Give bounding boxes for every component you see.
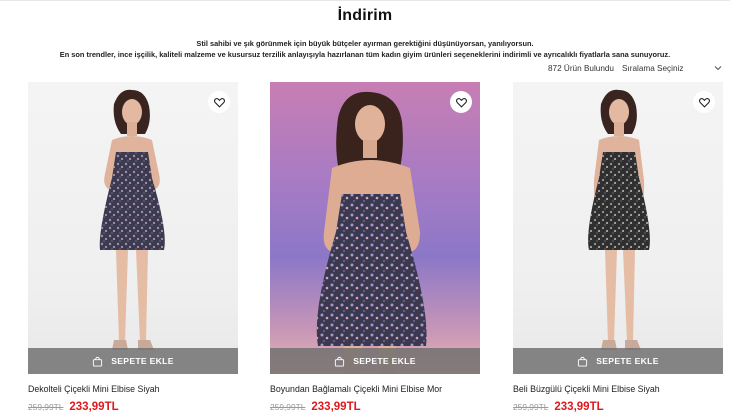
product-name[interactable]: Dekolteli Çiçekli Mini Elbise Siyah bbox=[28, 384, 238, 394]
add-to-cart-label: SEPETE EKLE bbox=[353, 356, 416, 366]
product-card[interactable]: SEPETE EKLE Boyundan Bağlamalı Çiçekli M… bbox=[270, 82, 480, 420]
favorite-button[interactable] bbox=[450, 91, 472, 113]
sale-price: 233,99TL bbox=[69, 401, 119, 413]
top-divider bbox=[0, 0, 730, 1]
model-figure-image bbox=[99, 89, 165, 350]
product-card[interactable]: SEPETE EKLE Dekolteli Çiçekli Mini Elbis… bbox=[28, 82, 238, 420]
favorite-button[interactable] bbox=[208, 91, 230, 113]
product-prices: 259,99TL 233,99TL bbox=[28, 401, 119, 413]
old-price: 259,99TL bbox=[513, 402, 549, 412]
product-image[interactable]: SEPETE EKLE bbox=[28, 82, 238, 374]
product-name[interactable]: Boyundan Bağlamalı Çiçekli Mini Elbise M… bbox=[270, 384, 480, 394]
product-card[interactable]: SEPETE EKLE Beli Büzgülü Çiçekli Mini El… bbox=[513, 82, 723, 420]
intro-text: Stil sahibi ve şık görünmek için büyük b… bbox=[20, 38, 710, 60]
sale-price: 233,99TL bbox=[554, 401, 604, 413]
model-figure-image bbox=[588, 89, 650, 350]
heart-icon bbox=[213, 97, 225, 108]
add-to-cart-label: SEPETE EKLE bbox=[111, 356, 174, 366]
product-name[interactable]: Beli Büzgülü Çiçekli Mini Elbise Siyah bbox=[513, 384, 723, 394]
sort-label: Sıralama Seçiniz bbox=[622, 63, 684, 73]
intro-line-2: En son trendler, ince işçilik, kaliteli … bbox=[59, 50, 671, 59]
old-price: 259,99TL bbox=[270, 402, 306, 412]
shopping-bag-icon bbox=[93, 356, 103, 367]
heart-icon bbox=[698, 97, 710, 108]
listing-toolbar: 872 Ürün Bulundu Sıralama Seçiniz bbox=[548, 62, 722, 74]
shopping-bag-icon bbox=[335, 356, 345, 367]
shopping-bag-icon bbox=[578, 356, 588, 367]
page-title: İndirim bbox=[337, 7, 393, 24]
favorite-button[interactable] bbox=[693, 91, 715, 113]
product-grid: SEPETE EKLE Dekolteli Çiçekli Mini Elbis… bbox=[0, 82, 730, 420]
sale-price: 233,99TL bbox=[311, 401, 361, 413]
add-to-cart-label: SEPETE EKLE bbox=[596, 356, 659, 366]
product-prices: 259,99TL 233,99TL bbox=[270, 401, 361, 413]
model-figure-image bbox=[316, 91, 427, 374]
product-image[interactable]: SEPETE EKLE bbox=[513, 82, 723, 374]
add-to-cart-button[interactable]: SEPETE EKLE bbox=[28, 348, 238, 374]
old-price: 259,99TL bbox=[28, 402, 64, 412]
add-to-cart-button[interactable]: SEPETE EKLE bbox=[513, 348, 723, 374]
heart-icon bbox=[455, 97, 467, 108]
add-to-cart-button[interactable]: SEPETE EKLE bbox=[270, 348, 480, 374]
chevron-down-icon bbox=[714, 66, 722, 71]
sort-dropdown[interactable]: Sıralama Seçiniz bbox=[622, 64, 722, 73]
product-image[interactable]: SEPETE EKLE bbox=[270, 82, 480, 374]
product-prices: 259,99TL 233,99TL bbox=[513, 401, 604, 413]
intro-line-1: Stil sahibi ve şık görünmek için büyük b… bbox=[196, 39, 534, 48]
product-count: 872 Ürün Bulundu bbox=[547, 63, 614, 73]
